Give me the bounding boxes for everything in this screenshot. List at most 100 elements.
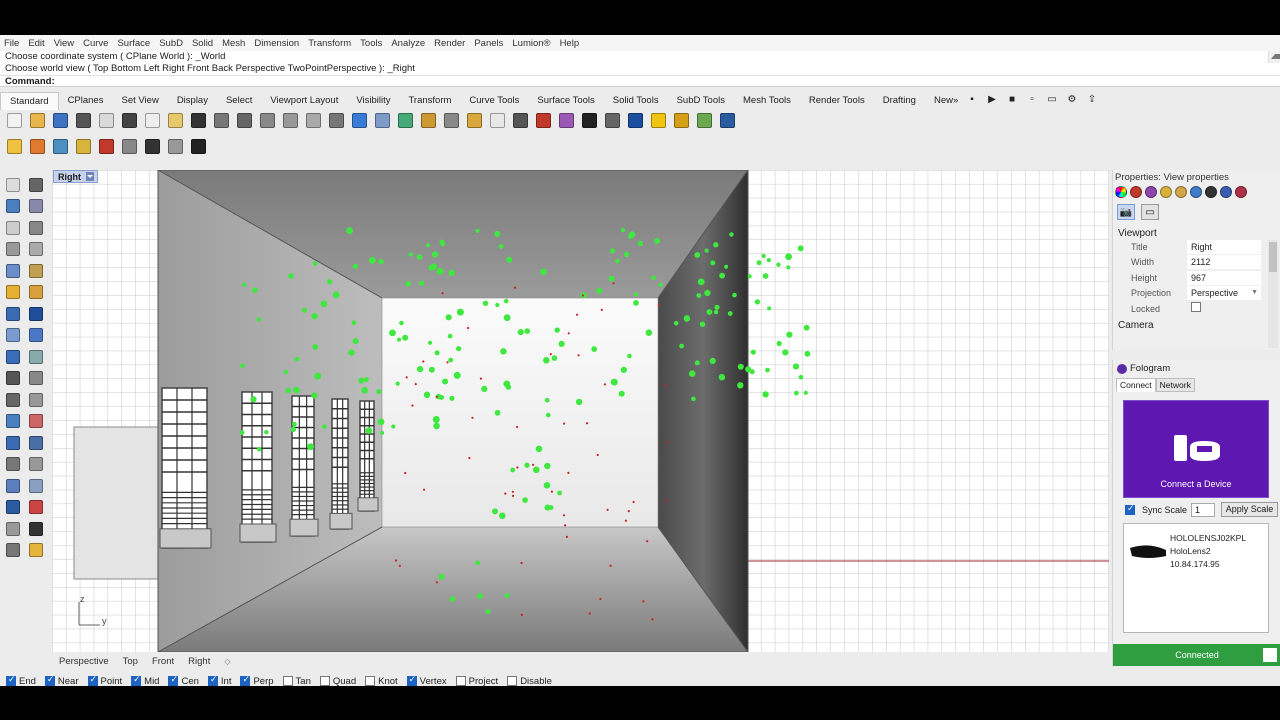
point-marker[interactable] [535, 445, 543, 453]
point-marker[interactable] [447, 333, 453, 339]
move-view-icon-button[interactable] [234, 110, 255, 130]
viewport-tab-front[interactable]: Front [145, 656, 181, 667]
zoom-window-icon-button[interactable] [280, 110, 301, 130]
tab-select[interactable]: Select [217, 92, 261, 110]
add-viewport-icon[interactable]: ◇ [217, 657, 237, 666]
point-marker[interactable] [352, 263, 358, 269]
point-marker[interactable] [256, 317, 262, 322]
point-marker[interactable] [776, 340, 782, 347]
check-icon-button[interactable] [25, 519, 46, 539]
analysis-icon-button[interactable] [50, 136, 71, 156]
osnap-cen[interactable]: Cen [168, 674, 199, 686]
point-marker[interactable] [434, 350, 440, 356]
point-marker[interactable] [792, 363, 800, 370]
point-marker[interactable] [540, 268, 547, 275]
trim-icon-button[interactable] [25, 390, 46, 410]
point-marker[interactable] [314, 372, 322, 380]
point-marker[interactable] [782, 349, 789, 356]
camera-icon-button[interactable] [142, 136, 163, 156]
boolean-icon-button[interactable] [2, 369, 23, 389]
shaded-sphere-icon-button[interactable] [579, 110, 600, 130]
point-marker[interactable] [606, 508, 609, 511]
menu-render[interactable]: Render [434, 38, 465, 49]
osnap-end[interactable]: End [6, 674, 36, 686]
point-marker[interactable] [456, 346, 462, 352]
point-marker[interactable] [327, 279, 333, 285]
explode-icon-button[interactable] [25, 412, 46, 432]
point-marker[interactable] [564, 524, 567, 527]
stop-icon[interactable]: ■ [1006, 94, 1018, 105]
menu-panels[interactable]: Panels [474, 38, 503, 49]
point-marker[interactable] [694, 360, 700, 366]
point-marker[interactable] [554, 327, 560, 333]
text-icon-button[interactable] [2, 498, 23, 518]
point-marker[interactable] [294, 356, 300, 362]
menu-dimension[interactable]: Dimension [254, 38, 299, 49]
point-marker[interactable] [745, 366, 752, 373]
dimension-icon-button[interactable] [25, 498, 46, 518]
camera-icon[interactable]: 📷 [1117, 204, 1135, 220]
menu-transform[interactable]: Transform [308, 38, 351, 49]
point-marker[interactable] [494, 230, 501, 237]
select-filter-icon-button[interactable] [464, 110, 485, 130]
film-icon[interactable]: ▭ [1046, 94, 1058, 105]
menu-tools[interactable]: Tools [360, 38, 382, 49]
light-icon-button[interactable] [487, 110, 508, 130]
point-marker[interactable] [754, 299, 761, 305]
point-marker[interactable] [352, 338, 359, 345]
undo-icon-button[interactable] [188, 110, 209, 130]
point-marker[interactable] [713, 242, 719, 248]
tab-cplanes[interactable]: CPlanes [59, 92, 113, 110]
osnap-checkbox[interactable] [207, 674, 218, 686]
arc-icon-button[interactable] [2, 240, 23, 260]
point-marker[interactable] [479, 377, 482, 380]
point-marker[interactable] [600, 308, 603, 311]
point-marker[interactable] [369, 256, 376, 264]
ghost-sphere-icon-button[interactable] [625, 110, 646, 130]
point-marker[interactable] [786, 331, 793, 338]
mesh-icon-button[interactable] [2, 347, 23, 367]
point-marker[interactable] [481, 385, 488, 392]
point-marker[interactable] [709, 357, 716, 364]
point-marker[interactable] [737, 363, 744, 370]
lumion-icon-button[interactable] [73, 136, 94, 156]
apply-scale-button[interactable]: Apply Scale [1221, 502, 1279, 517]
point-marker[interactable] [565, 535, 569, 538]
environment-icon[interactable] [1190, 186, 1202, 198]
point-marker[interactable] [557, 490, 562, 496]
point-marker[interactable] [416, 365, 424, 373]
point-marker[interactable] [803, 324, 810, 331]
point-marker[interactable] [256, 446, 262, 452]
point-marker[interactable] [438, 573, 445, 580]
tab-subd-tools[interactable]: SubD Tools [668, 92, 734, 110]
point-marker[interactable] [550, 490, 553, 493]
point-marker[interactable] [785, 253, 792, 261]
point-marker[interactable] [762, 273, 769, 279]
point-marker[interactable] [610, 248, 616, 254]
point-marker[interactable] [549, 353, 552, 356]
move-icon-button[interactable] [2, 433, 23, 453]
menu-lumion[interactable]: Lumion® [512, 38, 550, 49]
point-marker[interactable] [312, 344, 319, 350]
point-marker[interactable] [620, 228, 626, 233]
osnap-quad[interactable]: Quad [319, 676, 356, 686]
point-marker[interactable] [533, 466, 540, 474]
sun-icon[interactable] [1160, 186, 1172, 198]
point-marker[interactable] [499, 512, 506, 520]
point-marker[interactable] [377, 418, 385, 426]
select-icon-button[interactable] [2, 175, 23, 195]
point-marker[interactable] [694, 252, 701, 258]
point-marker[interactable] [292, 421, 297, 427]
point-marker[interactable] [290, 426, 296, 433]
tab-surface-tools[interactable]: Surface Tools [528, 92, 603, 110]
point-marker[interactable] [312, 261, 318, 266]
point-marker[interactable] [346, 227, 353, 235]
point-marker[interactable] [351, 320, 357, 325]
cylinder-icon-button[interactable] [2, 326, 23, 346]
osnap-checkbox[interactable] [168, 674, 179, 686]
paint-icon-button[interactable] [25, 541, 46, 561]
osnap-mid[interactable]: Mid [131, 674, 159, 686]
point-marker[interactable] [551, 355, 558, 361]
point-marker[interactable] [657, 303, 661, 306]
mirror-icon-button[interactable] [25, 455, 46, 475]
